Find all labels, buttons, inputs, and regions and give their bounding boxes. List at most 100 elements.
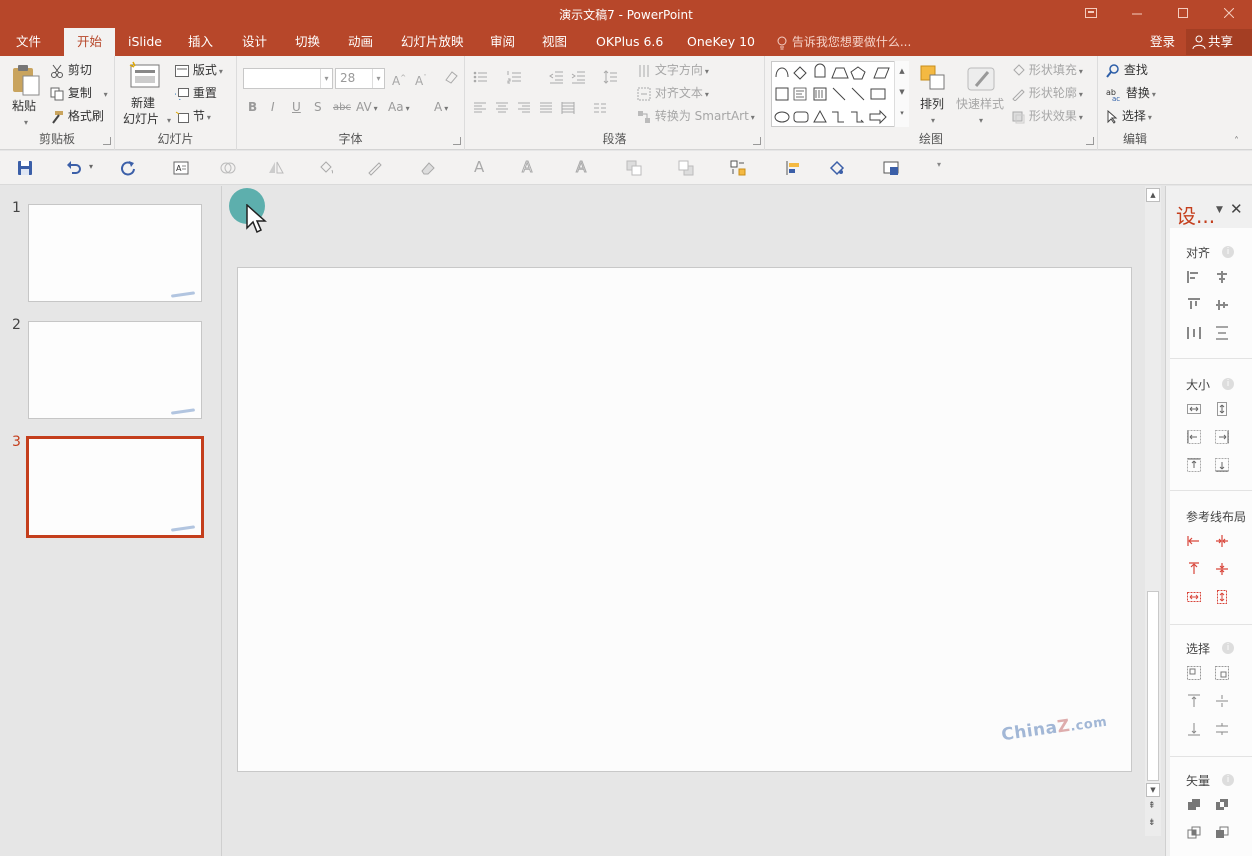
editor-scrollbar[interactable]: ▲ ▼ ⇞ ⇟	[1145, 186, 1161, 836]
same-width-icon[interactable]	[1187, 402, 1201, 416]
format-painter-button[interactable]: 格式刷	[50, 108, 104, 124]
slide-thumbnail-3[interactable]	[26, 436, 204, 538]
fill-bucket-icon[interactable]	[318, 160, 334, 176]
text-direction-button[interactable]: 文字方向 ▾	[637, 62, 709, 80]
share-button[interactable]: 共享	[1186, 29, 1252, 55]
vector-subtract-icon[interactable]	[1215, 826, 1229, 840]
shapes-gallery-scroll[interactable]: ▲ ▼ ▾	[894, 61, 909, 127]
increase-indent-icon[interactable]	[571, 70, 585, 84]
font-color-button[interactable]: A ▾	[434, 100, 448, 114]
info-icon[interactable]: i	[1222, 774, 1234, 786]
pane-close-icon[interactable]: ✕	[1230, 200, 1243, 218]
save-icon[interactable]	[17, 160, 33, 176]
shapes-gallery[interactable]	[771, 61, 909, 127]
info-icon[interactable]: i	[1222, 642, 1234, 654]
section-button[interactable]: 节 ▾	[175, 108, 211, 126]
copy-button[interactable]: 复制 ▾	[50, 85, 108, 103]
slide-thumbnail-2[interactable]	[28, 321, 202, 419]
align-left-icon[interactable]	[473, 101, 487, 115]
extend-left-icon[interactable]	[1187, 430, 1201, 444]
pane-options-icon[interactable]: ▼	[1216, 205, 1223, 215]
reset-button[interactable]: 重置	[175, 85, 217, 101]
login-link[interactable]: 登录	[1150, 28, 1175, 56]
maximize-button[interactable]	[1160, 2, 1206, 24]
eraser-tool-icon[interactable]	[420, 160, 436, 176]
clipboard-launcher[interactable]	[103, 137, 111, 145]
columns-icon[interactable]	[593, 101, 607, 115]
guide-center-horizontal-icon[interactable]	[1215, 562, 1229, 576]
grow-font-button[interactable]: A^	[392, 70, 406, 89]
outline-pen-icon[interactable]	[367, 160, 383, 176]
scroll-down-arrow[interactable]: ▼	[1146, 783, 1160, 797]
underline-button[interactable]: U	[292, 100, 301, 114]
select-middle-icon[interactable]	[1215, 694, 1229, 708]
strikethrough-button[interactable]: abc	[333, 102, 351, 113]
cut-button[interactable]: 剪切	[50, 62, 92, 78]
textbox-icon[interactable]: A	[173, 160, 189, 176]
redo-icon[interactable]	[120, 160, 136, 176]
quick-styles-button[interactable]: 快速样式 ▾	[955, 62, 1007, 132]
new-slide-button[interactable]: 新建 幻灯片 ▾	[121, 61, 171, 133]
bold-button[interactable]: B	[248, 100, 257, 114]
bring-forward-icon[interactable]	[626, 160, 642, 176]
bullets-icon[interactable]	[473, 70, 487, 84]
extend-right-icon[interactable]	[1215, 430, 1229, 444]
align-top-edge-icon[interactable]	[1187, 298, 1201, 312]
align-center-horizontal-icon[interactable]	[1215, 270, 1229, 284]
distribute-horizontal-icon[interactable]	[1187, 326, 1201, 340]
scroll-thumb[interactable]	[1147, 591, 1159, 781]
customize-qat-icon[interactable]: ▾	[937, 160, 941, 169]
current-slide[interactable]: ChinaZ.com	[237, 267, 1132, 772]
replace-button[interactable]: ab ac 替换 ▾	[1106, 85, 1156, 103]
font-launcher[interactable]	[453, 137, 461, 145]
align-objects-icon[interactable]	[785, 160, 801, 176]
select-top-icon[interactable]	[1187, 694, 1201, 708]
minimize-button[interactable]	[1114, 2, 1160, 24]
tell-me-search[interactable]: 告诉我您想要做什么...	[776, 28, 911, 56]
guide-center-vertical-icon[interactable]	[1215, 534, 1229, 548]
tab-animations[interactable]: 动画	[338, 28, 383, 56]
guide-margin-horizontal-icon[interactable]	[1187, 590, 1201, 604]
collapse-ribbon-icon[interactable]: ˄	[1234, 136, 1239, 147]
character-spacing-button[interactable]: AV ▾	[356, 100, 378, 114]
select-column-icon[interactable]	[1215, 722, 1229, 736]
select-button[interactable]: 选择 ▾	[1106, 108, 1152, 126]
extend-top-icon[interactable]	[1187, 458, 1201, 472]
numbering-icon[interactable]	[507, 70, 521, 84]
vector-intersect-icon[interactable]	[1187, 826, 1201, 840]
slide-thumbnail-1[interactable]	[28, 204, 202, 302]
merge-shapes-icon[interactable]	[220, 160, 236, 176]
align-text-button[interactable]: 对齐文本 ▾	[637, 85, 709, 103]
text-effects-icon[interactable]: A	[575, 158, 586, 177]
italic-button[interactable]: I	[271, 100, 275, 114]
shape-outline-button[interactable]: 形状轮廓 ▾	[1011, 85, 1083, 103]
tab-transitions[interactable]: 切换	[285, 28, 330, 56]
font-size-combo[interactable]: 28 ▾	[335, 68, 385, 89]
shape-fill-button[interactable]: 形状填充 ▾	[1011, 62, 1083, 80]
select-same-size-icon[interactable]	[1215, 666, 1229, 680]
tab-okplus[interactable]: OKPlus 6.6	[586, 28, 673, 56]
drawing-launcher[interactable]	[1086, 137, 1094, 145]
edit-shape-icon[interactable]	[829, 160, 845, 176]
align-center-icon[interactable]	[495, 101, 509, 115]
distributed-icon[interactable]	[561, 101, 575, 115]
close-button[interactable]	[1206, 2, 1252, 24]
scroll-up-arrow[interactable]: ▲	[1146, 188, 1160, 202]
send-backward-icon[interactable]	[678, 160, 694, 176]
distribute-vertical-icon[interactable]	[1215, 326, 1229, 340]
clear-formatting-button[interactable]	[444, 68, 458, 84]
align-left-edge-icon[interactable]	[1187, 270, 1201, 284]
text-fill-icon[interactable]: A	[474, 158, 484, 176]
paragraph-launcher[interactable]	[753, 137, 761, 145]
tab-design[interactable]: 设计	[232, 28, 277, 56]
text-outline-icon[interactable]: A	[521, 158, 532, 177]
selection-pane-icon[interactable]	[730, 160, 746, 176]
tab-review[interactable]: 审阅	[480, 28, 525, 56]
shape-effects-button[interactable]: 形状效果 ▾	[1011, 108, 1083, 126]
undo-icon[interactable]	[66, 160, 82, 176]
undo-dropdown-icon[interactable]: ▾	[89, 162, 93, 171]
vector-union-icon[interactable]	[1187, 798, 1201, 812]
justify-icon[interactable]	[539, 101, 553, 115]
guide-top-icon[interactable]	[1187, 562, 1201, 576]
convert-smartart-button[interactable]: 转换为 SmartArt ▾	[637, 108, 755, 126]
